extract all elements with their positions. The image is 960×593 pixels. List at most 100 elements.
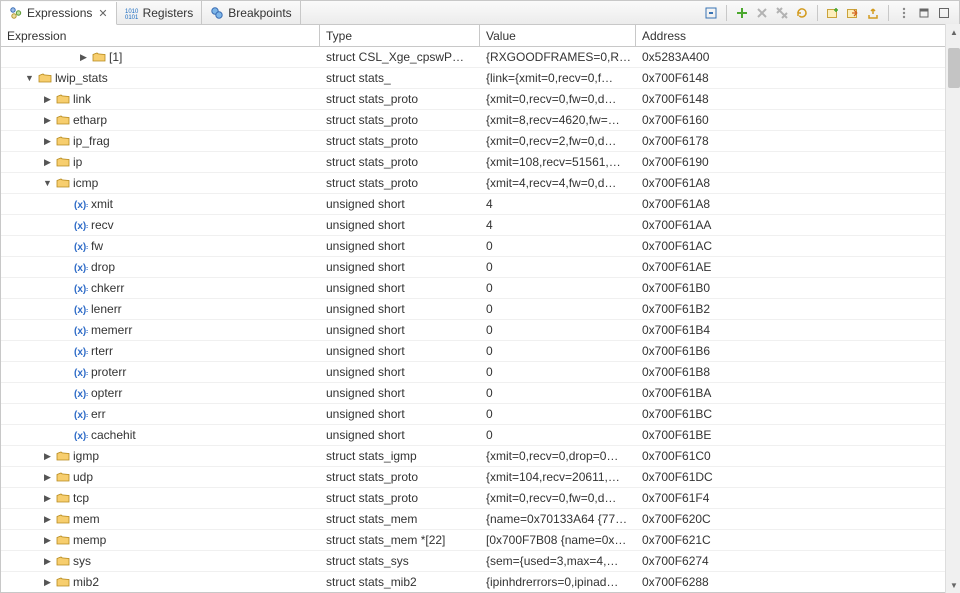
svg-text:=: =: [86, 203, 88, 210]
tab-expressions[interactable]: Expressions ✕: [1, 2, 117, 25]
table-row[interactable]: ▶ ip struct stats_proto {xmit=108,recv=5…: [1, 152, 959, 173]
view-toolbar: [702, 4, 959, 22]
expand-toggle[interactable]: ▶: [42, 157, 53, 168]
scroll-up-icon[interactable]: ▲: [946, 24, 960, 40]
address-cell: 0x700F61BA: [636, 383, 959, 403]
registers-icon: 1010 0101: [125, 6, 139, 20]
table-row[interactable]: ▶ memp struct stats_mem *[22] [0x700F7B0…: [1, 530, 959, 551]
value-cell: {xmit=8,recv=4620,fw=…: [480, 110, 636, 130]
folder-icon: [56, 554, 70, 568]
expand-toggle[interactable]: ▶: [42, 514, 53, 525]
expand-toggle[interactable]: ▶: [42, 493, 53, 504]
scroll-down-icon[interactable]: ▼: [946, 577, 960, 593]
folder-icon: [56, 575, 70, 589]
header-expression[interactable]: Expression: [1, 25, 320, 46]
table-row[interactable]: (x)= drop unsigned short 0 0x700F61AE: [1, 257, 959, 278]
toolbar-separator: [726, 5, 727, 21]
table-row[interactable]: ▶ igmp struct stats_igmp {xmit=0,recv=0,…: [1, 446, 959, 467]
tab-list: Expressions ✕ 1010 0101 Registers: [1, 1, 301, 24]
import-button[interactable]: [844, 4, 862, 22]
expand-toggle[interactable]: ▶: [42, 472, 53, 483]
address-cell: 0x700F6178: [636, 131, 959, 151]
expand-toggle[interactable]: ▶: [42, 94, 53, 105]
expand-toggle[interactable]: ▼: [24, 73, 35, 83]
header-address[interactable]: Address: [636, 25, 959, 46]
table-row[interactable]: ▶ sys struct stats_sys {sem={used=3,max=…: [1, 551, 959, 572]
folder-icon: [56, 491, 70, 505]
expand-toggle[interactable]: ▼: [42, 178, 53, 188]
table-row[interactable]: ▶ etharp struct stats_proto {xmit=8,recv…: [1, 110, 959, 131]
type-cell: unsigned short: [320, 425, 480, 445]
table-row[interactable]: ▶ ip_frag struct stats_proto {xmit=0,rec…: [1, 131, 959, 152]
expand-toggle[interactable]: ▶: [42, 556, 53, 567]
new-watch-button[interactable]: [824, 4, 842, 22]
table-row[interactable]: (x)= memerr unsigned short 0 0x700F61B4: [1, 320, 959, 341]
table-row[interactable]: ▶ link struct stats_proto {xmit=0,recv=0…: [1, 89, 959, 110]
header-value[interactable]: Value: [480, 25, 636, 46]
collapse-all-button[interactable]: [702, 4, 720, 22]
table-row[interactable]: ▶ udp struct stats_proto {xmit=104,recv=…: [1, 467, 959, 488]
table-row[interactable]: (x)= proterr unsigned short 0 0x700F61B8: [1, 362, 959, 383]
add-expression-button[interactable]: [733, 4, 751, 22]
expand-toggle[interactable]: ▶: [42, 535, 53, 546]
table-row[interactable]: (x)= opterr unsigned short 0 0x700F61BA: [1, 383, 959, 404]
expression-name: fw: [91, 239, 103, 253]
address-cell: 0x700F6274: [636, 551, 959, 571]
expand-toggle[interactable]: ▶: [42, 451, 53, 462]
table-row[interactable]: ▶ mib2 struct stats_mib2 {ipinhdrerrors=…: [1, 572, 959, 592]
svg-text:=: =: [86, 392, 88, 399]
value-cell: 0: [480, 404, 636, 424]
expand-toggle[interactable]: ▶: [42, 577, 53, 588]
maximize-button[interactable]: [935, 4, 953, 22]
table-row[interactable]: (x)= xmit unsigned short 4 0x700F61A8: [1, 194, 959, 215]
remove-all-button[interactable]: [773, 4, 791, 22]
table-row[interactable]: (x)= recv unsigned short 4 0x700F61AA: [1, 215, 959, 236]
svg-text:(x): (x): [74, 347, 86, 358]
tab-registers[interactable]: 1010 0101 Registers: [117, 1, 203, 24]
type-cell: struct CSL_Xge_cpswP…: [320, 47, 480, 67]
type-cell: struct stats_: [320, 68, 480, 88]
svg-text:=: =: [86, 266, 88, 273]
address-cell: 0x700F61F4: [636, 488, 959, 508]
type-cell: unsigned short: [320, 341, 480, 361]
expression-name: [1]: [109, 50, 122, 64]
value-cell: {link={xmit=0,recv=0,f…: [480, 68, 636, 88]
toolbar-separator: [817, 5, 818, 21]
expand-toggle[interactable]: ▶: [42, 136, 53, 147]
expand-toggle[interactable]: ▶: [78, 52, 89, 63]
tab-breakpoints[interactable]: Breakpoints: [202, 1, 300, 24]
svg-text:=: =: [86, 329, 88, 336]
minimize-button[interactable]: [915, 4, 933, 22]
table-row[interactable]: ▼ icmp struct stats_proto {xmit=4,recv=4…: [1, 173, 959, 194]
svg-text:=: =: [86, 308, 88, 315]
table-row[interactable]: (x)= rterr unsigned short 0 0x700F61B6: [1, 341, 959, 362]
view-menu-button[interactable]: [895, 4, 913, 22]
table-row[interactable]: ▶ mem struct stats_mem {name=0x70133A64 …: [1, 509, 959, 530]
type-cell: struct stats_proto: [320, 152, 480, 172]
close-icon[interactable]: ✕: [98, 7, 107, 20]
expression-name: sys: [73, 554, 91, 568]
table-row[interactable]: (x)= err unsigned short 0 0x700F61BC: [1, 404, 959, 425]
table-row[interactable]: (x)= chkerr unsigned short 0 0x700F61B0: [1, 278, 959, 299]
type-cell: unsigned short: [320, 278, 480, 298]
column-header: Expression Type Value Address: [1, 25, 959, 47]
table-row[interactable]: ▼ lwip_stats struct stats_ {link={xmit=0…: [1, 68, 959, 89]
table-row[interactable]: (x)= fw unsigned short 0 0x700F61AC: [1, 236, 959, 257]
table-row[interactable]: (x)= lenerr unsigned short 0 0x700F61B2: [1, 299, 959, 320]
header-type[interactable]: Type: [320, 25, 480, 46]
table-row[interactable]: ▶ [1] struct CSL_Xge_cpswP… {RXGOODFRAME…: [1, 47, 959, 68]
expressions-icon: [9, 6, 23, 20]
scroll-thumb[interactable]: [948, 48, 960, 88]
remove-button[interactable]: [753, 4, 771, 22]
expand-toggle[interactable]: ▶: [42, 115, 53, 126]
address-cell: 0x700F6190: [636, 152, 959, 172]
refresh-button[interactable]: [793, 4, 811, 22]
table-row[interactable]: ▶ tcp struct stats_proto {xmit=0,recv=0,…: [1, 488, 959, 509]
export-button[interactable]: [864, 4, 882, 22]
folder-icon: [56, 113, 70, 127]
vertical-scrollbar[interactable]: ▲ ▼: [945, 24, 960, 593]
expression-name: mem: [73, 512, 100, 526]
table-row[interactable]: (x)= cachehit unsigned short 0 0x700F61B…: [1, 425, 959, 446]
toolbar-separator: [888, 5, 889, 21]
svg-text:(x): (x): [74, 221, 86, 232]
